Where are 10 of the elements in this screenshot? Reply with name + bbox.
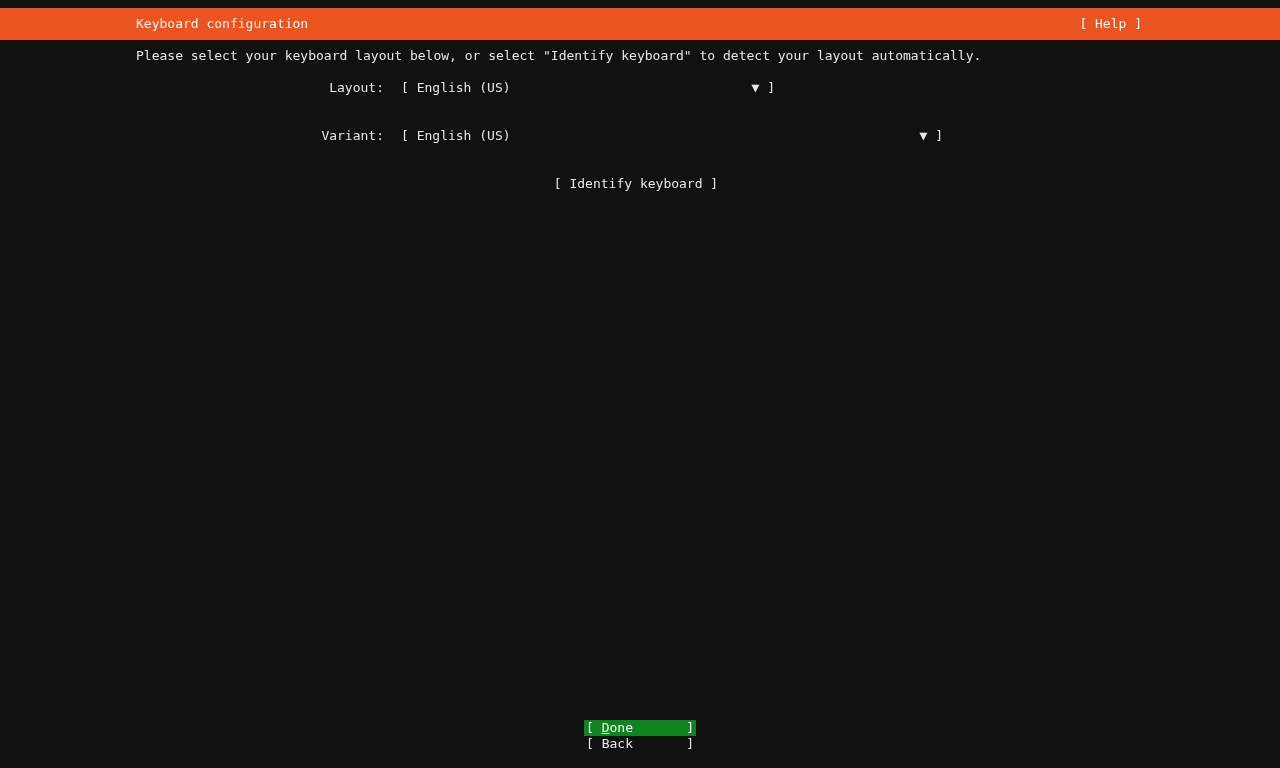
identify-keyboard-button[interactable]: [ Identify keyboard ] bbox=[553, 176, 719, 192]
dropdown-field[interactable]: [ English (US) ▼ ] bbox=[401, 80, 775, 96]
screen-title: Keyboard configuration bbox=[136, 16, 309, 32]
field-label: Layout: bbox=[328, 80, 384, 96]
dropdown-field[interactable]: [ English (US) ▼ ] bbox=[401, 128, 943, 144]
help-button[interactable]: [ Help ] bbox=[1079, 16, 1142, 32]
instructions-text: Please select your keyboard layout below, or select "Identify keyboard" to detect your layout automatically. bbox=[135, 48, 983, 64]
action-button[interactable]: [ Back ] bbox=[584, 736, 696, 752]
field-label: Variant: bbox=[320, 128, 384, 144]
action-button[interactable]: [ Done ] bbox=[584, 720, 696, 736]
